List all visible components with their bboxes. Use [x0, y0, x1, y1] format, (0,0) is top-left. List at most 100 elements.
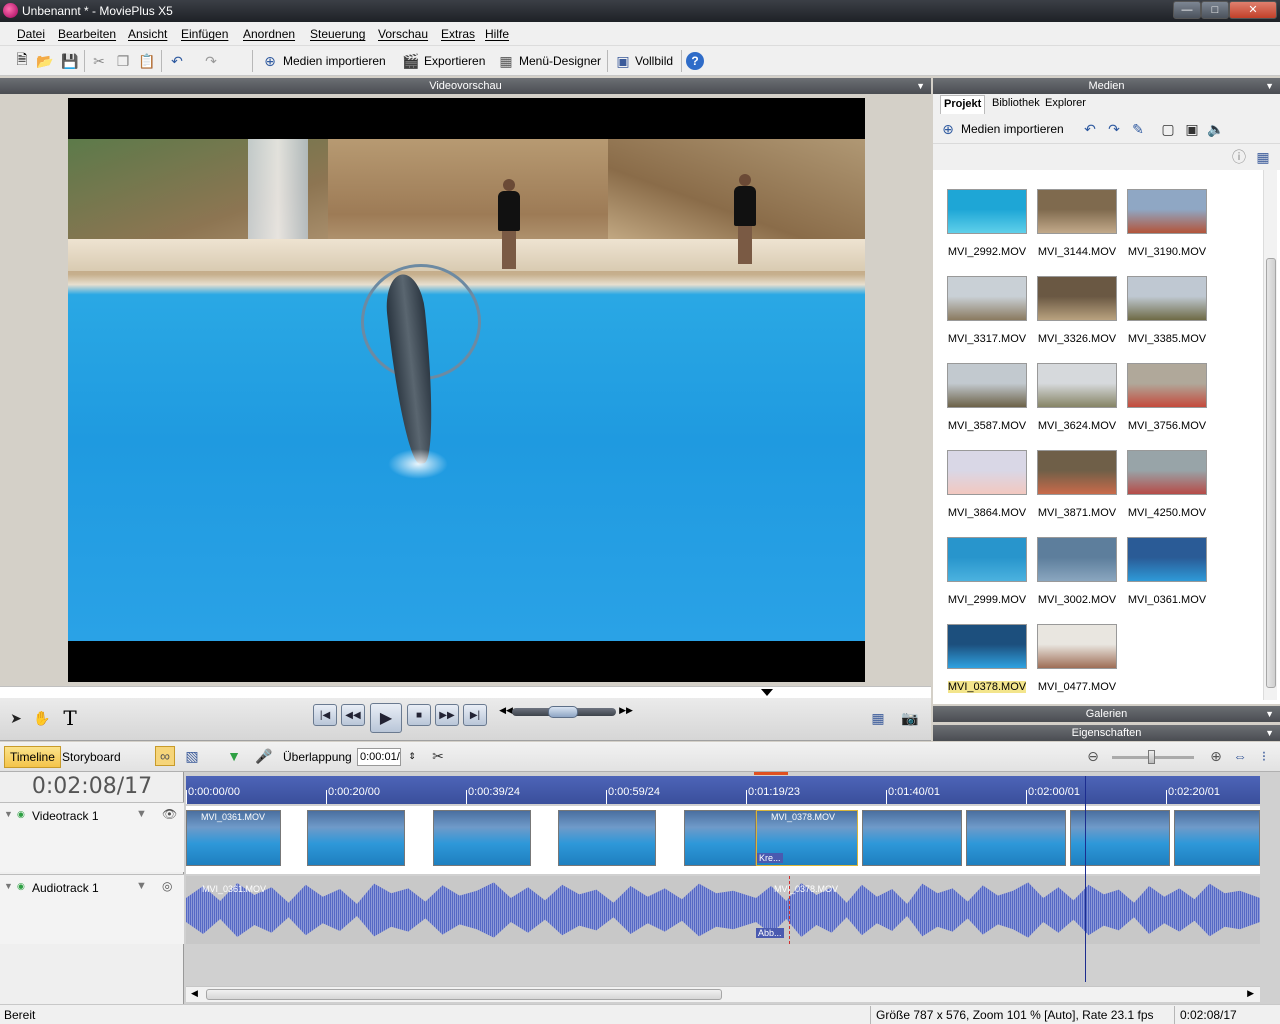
transition-label[interactable]: Kre... [757, 853, 783, 863]
overlap-input[interactable] [357, 748, 401, 766]
media-item-label[interactable]: MVI_4250.MOV [1125, 507, 1209, 519]
maximize-button[interactable]: □ [1201, 1, 1229, 19]
video-clip[interactable] [862, 810, 962, 866]
galleries-header[interactable]: Galerien ▼ [933, 706, 1280, 722]
zoom-in-icon[interactable]: ⊕ [1206, 746, 1226, 766]
track-active-icon[interactable]: ◉ [17, 881, 25, 892]
chevron-down-icon[interactable]: ▼ [1265, 706, 1274, 722]
screen-icon[interactable]: ▣ [1182, 119, 1202, 139]
redo-icon[interactable]: ↷ [1104, 119, 1124, 139]
menu-extras[interactable]: Extras [441, 27, 475, 41]
import-media-icon[interactable]: ⊕ [260, 51, 280, 71]
menu-ansicht[interactable]: Ansicht [128, 27, 167, 41]
video-clip[interactable] [684, 810, 756, 866]
media-thumbnail[interactable] [1037, 624, 1117, 669]
track-options-icon[interactable]: ▼ [136, 808, 147, 820]
menu-designer-button[interactable]: Menü-Designer [519, 54, 601, 68]
media-thumbnail[interactable] [1127, 189, 1207, 234]
play-button[interactable]: ▶ [370, 703, 402, 733]
video-clip[interactable]: MVI_0378.MOV Kre... [756, 810, 858, 866]
undo-icon[interactable]: ↶ [167, 51, 187, 71]
media-item-label[interactable]: MVI_0378.MOV [945, 681, 1029, 693]
media-thumbnail[interactable] [947, 189, 1027, 234]
preview-seek-bar[interactable] [0, 686, 931, 698]
timeline-horizontal-scrollbar[interactable]: ◀ ▶ [186, 986, 1260, 1002]
media-item-label[interactable]: MVI_0477.MOV [1035, 681, 1119, 693]
export-icon[interactable]: 🎬 [401, 51, 421, 71]
media-thumbnail[interactable] [1037, 189, 1117, 234]
visibility-eye-icon[interactable]: 👁 [162, 807, 177, 821]
media-thumbnail[interactable] [1037, 537, 1117, 582]
copy-icon[interactable]: ❐ [113, 51, 133, 71]
fullscreen-button[interactable]: Vollbild [635, 54, 673, 68]
tab-timeline[interactable]: Timeline [4, 746, 61, 768]
media-item-label[interactable]: MVI_3326.MOV [1035, 333, 1119, 345]
audio-track-header[interactable]: ▼ ◉ Audiotrack 1 ▼ ◎ [0, 874, 184, 944]
playhead-marker-icon[interactable] [761, 689, 773, 696]
snapshot-camera-icon[interactable]: 📷 [900, 708, 920, 728]
speaker-icon[interactable]: ◎ [162, 879, 172, 893]
collapse-icon[interactable]: ▼ [4, 881, 13, 891]
media-item-label[interactable]: MVI_3756.MOV [1125, 420, 1209, 432]
video-clip[interactable] [1174, 810, 1260, 866]
media-item-label[interactable]: MVI_3385.MOV [1125, 333, 1209, 345]
media-thumbnail[interactable] [1127, 363, 1207, 408]
microphone-icon[interactable]: 🎤 [254, 746, 274, 766]
shuttle-slider[interactable] [512, 706, 616, 718]
chevron-down-icon[interactable]: ▼ [1265, 78, 1274, 94]
media-thumbnail[interactable] [947, 450, 1027, 495]
media-item-label[interactable]: MVI_3144.MOV [1035, 246, 1119, 258]
video-clip[interactable] [558, 810, 656, 866]
help-icon[interactable]: ? [686, 52, 704, 70]
audio-icon[interactable]: 🔈 [1206, 119, 1226, 139]
snap-icon[interactable]: ⁝ [1254, 746, 1274, 766]
export-button[interactable]: Exportieren [424, 54, 485, 68]
media-thumbnail[interactable] [947, 363, 1027, 408]
menu-anordnen[interactable]: Anordnen [243, 27, 295, 41]
tab-storyboard[interactable]: Storyboard [62, 750, 121, 764]
stop-button[interactable]: ■ [407, 704, 431, 726]
fit-to-window-icon[interactable]: ⇔ [1230, 746, 1250, 766]
go-to-end-button[interactable]: ▶| [463, 704, 487, 726]
media-thumbnail[interactable] [1037, 450, 1117, 495]
grid-view-icon[interactable]: ▦ [1253, 147, 1273, 167]
media-scrollbar[interactable] [1263, 170, 1277, 700]
chevron-down-icon[interactable]: ▼ [1265, 725, 1274, 741]
media-item-label[interactable]: MVI_3587.MOV [945, 420, 1029, 432]
scroll-right-icon[interactable]: ▶ [1247, 988, 1254, 999]
menu-vorschau[interactable]: Vorschau [378, 27, 428, 41]
media-thumbnail[interactable] [947, 624, 1027, 669]
media-thumbnail[interactable] [1037, 363, 1117, 408]
shuttle-slider-handle[interactable] [548, 706, 578, 718]
menu-einfuegen[interactable]: Einfügen [181, 27, 228, 41]
menu-hilfe[interactable]: Hilfe [485, 27, 509, 41]
hand-tool-icon[interactable]: ✋ [32, 708, 52, 728]
pointer-tool-icon[interactable]: ➤ [6, 708, 26, 728]
step-back-button[interactable]: ◀◀ [341, 704, 365, 726]
zoom-slider[interactable] [1112, 750, 1194, 764]
properties-header[interactable]: Eigenschaften ▼ [933, 725, 1280, 741]
link-icon[interactable]: ∞ [155, 746, 175, 766]
tab-project[interactable]: Projekt [940, 95, 986, 114]
media-item-label[interactable]: MVI_0361.MOV [1125, 594, 1209, 606]
stop-icon[interactable]: ▢ [1158, 119, 1178, 139]
media-thumbnail[interactable] [947, 537, 1027, 582]
overlap-stepper[interactable]: ⇕ [402, 746, 422, 766]
cut-icon[interactable]: ✂ [89, 51, 109, 71]
menu-steuerung[interactable]: Steuerung [310, 27, 365, 41]
fullscreen-icon[interactable]: ▣ [613, 51, 633, 71]
paste-icon[interactable]: 📋 [137, 51, 157, 71]
media-thumbnail[interactable] [1037, 276, 1117, 321]
media-item-label[interactable]: MVI_3864.MOV [945, 507, 1029, 519]
split-scissors-icon[interactable]: ✂ [428, 746, 448, 766]
go-to-start-button[interactable]: |◀ [313, 704, 337, 726]
shuttle-right-icon[interactable]: ▶▶ [616, 700, 636, 720]
media-thumbnail[interactable] [1127, 276, 1207, 321]
step-forward-button[interactable]: ▶▶ [435, 704, 459, 726]
menu-bearbeiten[interactable]: Bearbeiten [58, 27, 116, 41]
media-thumbnail[interactable] [947, 276, 1027, 321]
text-tool-icon[interactable]: T [60, 706, 80, 730]
media-thumbnail[interactable] [1127, 537, 1207, 582]
import-media-icon[interactable]: ⊕ [938, 119, 958, 139]
media-item-label[interactable]: MVI_3002.MOV [1035, 594, 1119, 606]
